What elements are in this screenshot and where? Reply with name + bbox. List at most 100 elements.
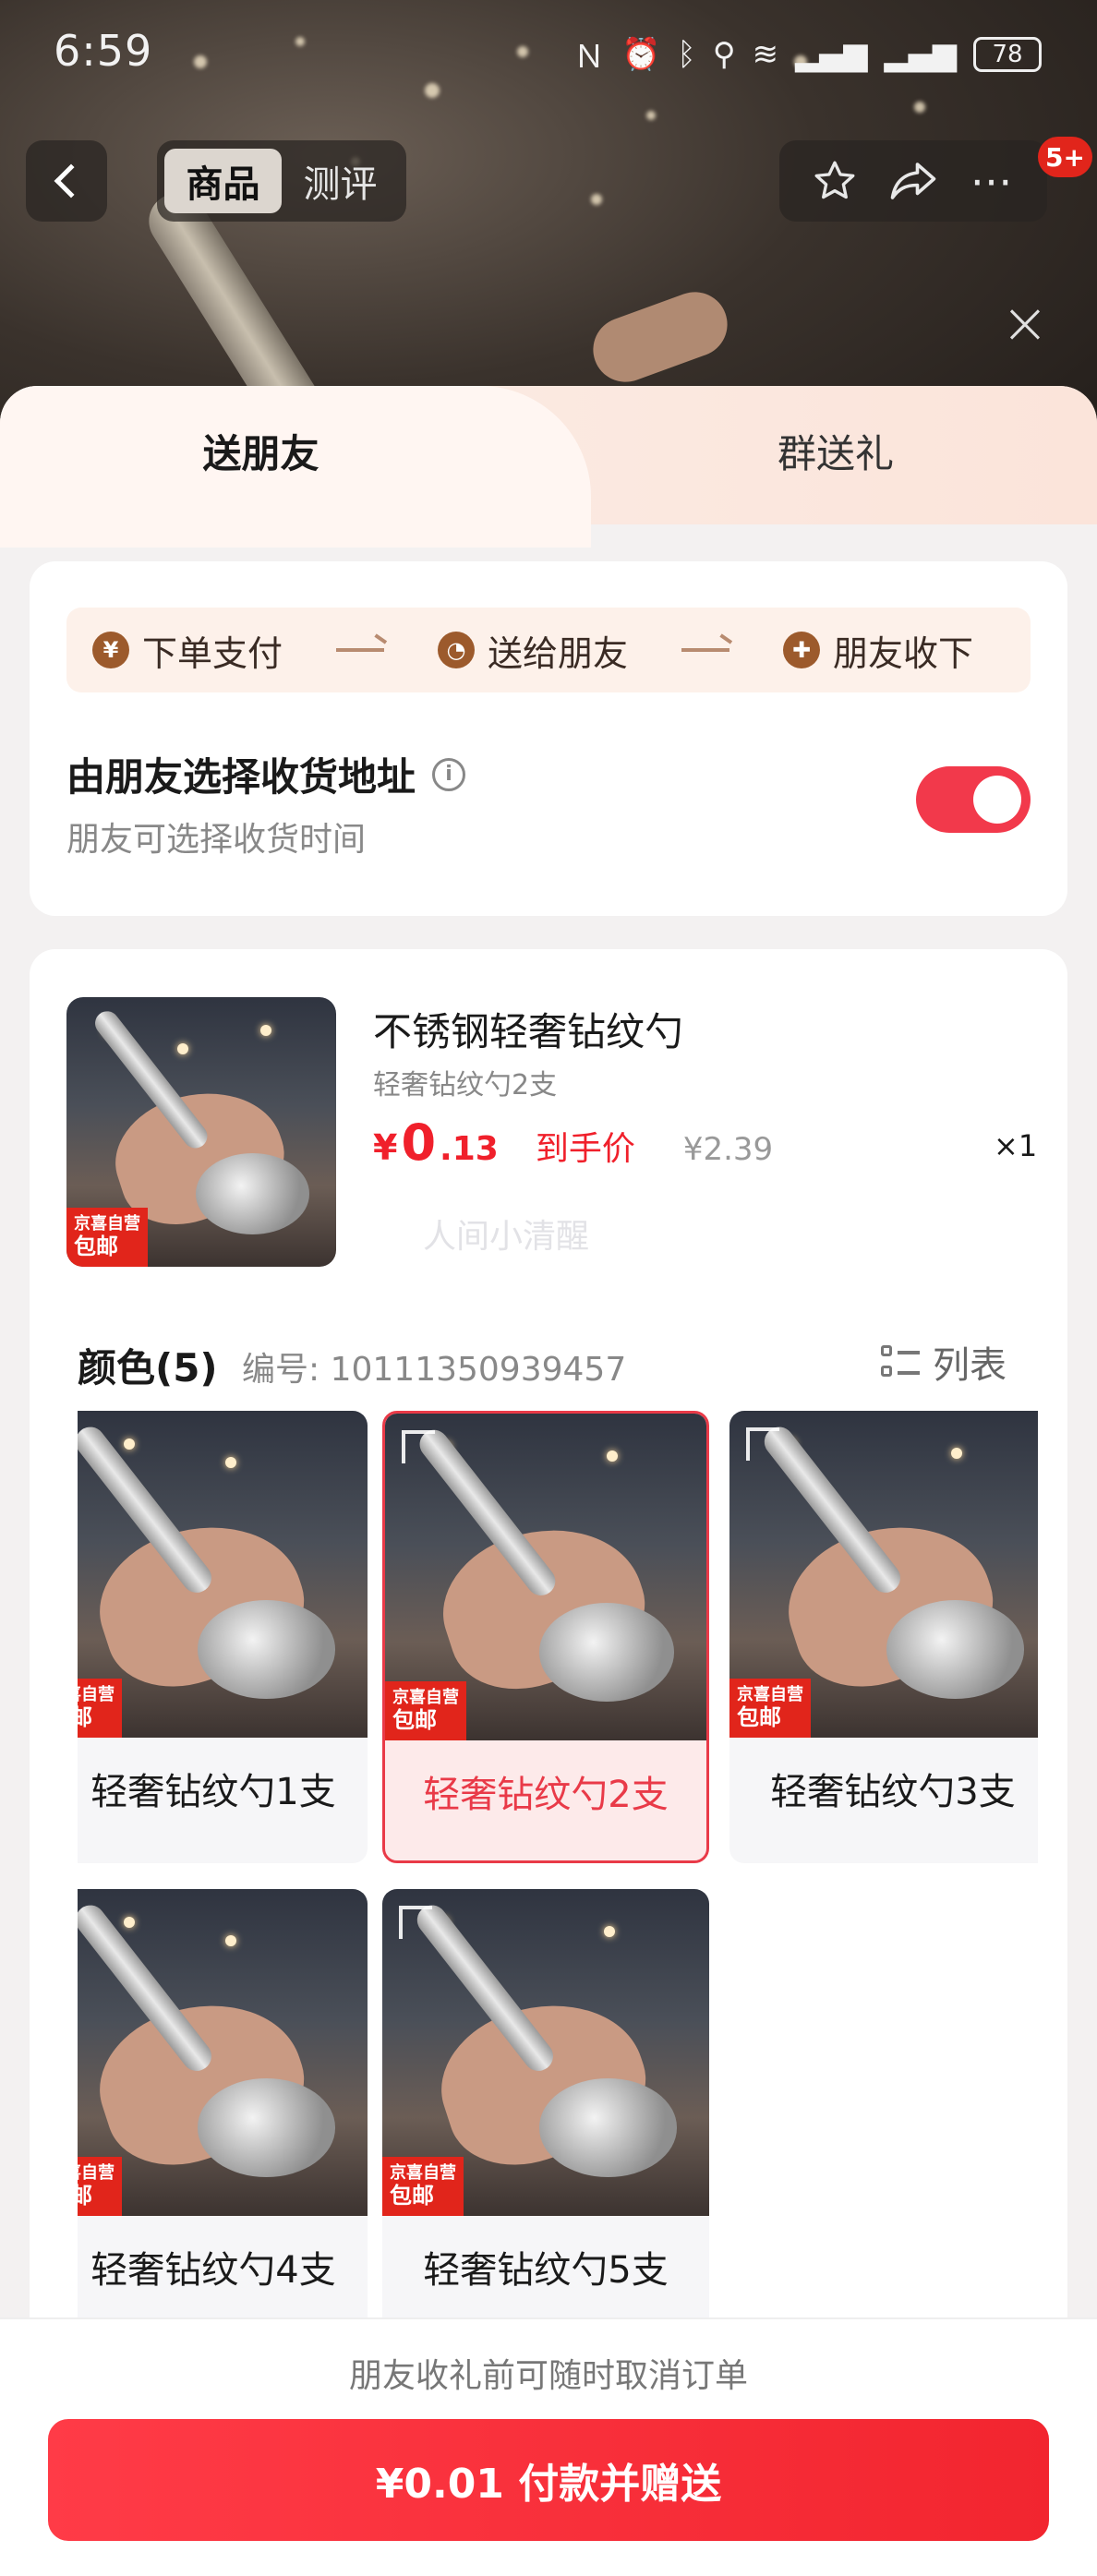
- top-actions: ⋯: [779, 140, 1047, 222]
- nfc-icon: Ｎ: [573, 39, 605, 76]
- final-price-label: 到手价: [535, 1130, 635, 1168]
- jingxi-badge: 京喜自营包邮: [78, 2157, 122, 2216]
- flow-step-pay-label: 下单支付: [142, 632, 283, 674]
- tab-review[interactable]: 测评: [282, 149, 399, 213]
- arrow-right-icon: [336, 648, 385, 652]
- expand-icon[interactable]: [746, 1427, 779, 1461]
- sku-number: 编号: 10111350939457: [242, 1351, 627, 1389]
- price-integer: 0: [401, 1113, 437, 1172]
- badge-top-text: 京喜自营: [78, 1685, 115, 1704]
- status-bar: 6:59 Ｎ ⏰ ᛒ ⚲ ≋ ▂▄▆ ▂▄▆ 78: [0, 0, 1097, 102]
- variant-grid: 京喜自营包邮 轻奢钻纹勺1支 京喜自营包邮 轻奢钻纹勺2支 京喜: [78, 1411, 1038, 2408]
- price-row: ¥ 0 .13 到手价 ¥2.39: [373, 1113, 773, 1172]
- product-variant: 轻奢钻纹勺2支: [373, 1069, 558, 1101]
- price-decimal: .13: [440, 1130, 499, 1168]
- status-icons: Ｎ ⏰ ᛒ ⚲ ≋ ▂▄▆ ▂▄▆ 78: [573, 31, 1042, 77]
- variant-photo: 京喜自营包邮: [78, 1889, 368, 2216]
- variant-photo: 京喜自营包邮: [78, 1411, 368, 1738]
- badge-bottom-text: 包邮: [78, 1704, 92, 1730]
- list-view-label: 列表: [933, 1344, 1007, 1387]
- quantity: ×1: [994, 1128, 1038, 1163]
- friend-address-toggle[interactable]: [916, 766, 1031, 833]
- more-icon[interactable]: ⋯: [961, 150, 1022, 211]
- wechat-icon: ◔: [438, 632, 476, 668]
- flow-step-send-label: 送给朋友: [488, 632, 629, 674]
- variant-tile-selected[interactable]: 京喜自营 包邮 轻奢钻纹勺2支: [382, 1411, 709, 1863]
- gift-tab-bar: 送朋友 群送礼: [0, 386, 1097, 548]
- variant-tile[interactable]: 京喜自营 包邮 轻奢钻纹勺3支: [729, 1411, 1038, 1863]
- top-tab-switcher: 商品 测评: [157, 140, 406, 222]
- tab-send-friend-label[interactable]: 送朋友: [0, 423, 522, 479]
- jingxi-badge: 京喜自营包邮: [385, 1681, 466, 1740]
- expand-icon[interactable]: [402, 1430, 435, 1463]
- variant-photo: 京喜自营包邮: [385, 1414, 706, 1740]
- product-name: 不锈钢轻奢钻纹勺: [373, 1009, 684, 1054]
- badge-top-text: 京喜自营: [78, 2163, 115, 2183]
- bluetooth-icon: ᛒ: [677, 35, 696, 73]
- tab-group-gift-label[interactable]: 群送礼: [591, 423, 1080, 479]
- location-icon: ⚲: [712, 35, 736, 73]
- jingxi-badge: 京喜自营包邮: [729, 1679, 811, 1738]
- variant-label: 轻奢钻纹勺1支: [90, 1771, 336, 1813]
- badge-bottom-text: 包邮: [74, 1234, 118, 1259]
- jingxi-badge: 京喜自营包邮: [78, 1679, 122, 1738]
- notification-badge: 5+: [1038, 137, 1092, 177]
- gift-flow-steps: ¥ 下单支付 ◔ 送给朋友 ✚ 朋友收下: [66, 608, 1031, 692]
- info-icon[interactable]: i: [432, 757, 466, 791]
- badge-bottom-text: 包邮: [737, 1704, 781, 1730]
- flow-step-send: ◔ 送给朋友: [438, 625, 628, 676]
- cancel-note: 朋友收礼前可随时取消订单: [348, 2357, 748, 2395]
- flow-step-receive-label: 朋友收下: [833, 632, 974, 674]
- flow-step-receive: ✚ 朋友收下: [783, 625, 973, 676]
- watermark: 人间小清醒: [423, 1218, 590, 1256]
- variant-label: 轻奢钻纹勺2支: [423, 1774, 669, 1816]
- share-icon[interactable]: [883, 150, 944, 211]
- variant-label: 轻奢钻纹勺5支: [423, 2249, 669, 2292]
- badge-bottom-text: 包邮: [390, 2183, 434, 2209]
- jingxi-badge: 京喜自营包邮: [382, 2157, 464, 2216]
- badge-top-text: 京喜自营: [392, 1688, 459, 1707]
- list-view-button[interactable]: 列表: [881, 1335, 1007, 1389]
- alarm-icon: ⏰: [621, 35, 661, 73]
- status-time: 6:59: [54, 26, 153, 76]
- friend-address-title-text: 由朋友选择收货地址: [66, 754, 416, 800]
- pay-and-gift-button[interactable]: ¥0.01 付款并赠送: [48, 2419, 1049, 2541]
- friend-address-subtitle: 朋友可选择收货时间: [66, 821, 367, 859]
- gift-sheet: 送朋友 群送礼 ¥ 下单支付 ◔ 送给朋友 ✚ 朋友收下 由朋友选择收货地址 i…: [0, 386, 1097, 2576]
- list-icon: [881, 1343, 920, 1380]
- price-currency: ¥: [373, 1127, 398, 1168]
- variant-label: 轻奢钻纹勺4支: [90, 2249, 336, 2292]
- expand-icon[interactable]: [399, 1906, 432, 1939]
- gift-icon: ✚: [783, 632, 821, 668]
- badge-bottom-text: 包邮: [392, 1707, 437, 1733]
- favorite-star-icon[interactable]: [804, 150, 865, 211]
- toggle-knob: [973, 776, 1021, 824]
- back-arrow-icon: [54, 163, 89, 199]
- tab-product[interactable]: 商品: [164, 149, 282, 213]
- variant-photo: 京喜自营包邮: [382, 1889, 709, 2216]
- back-button[interactable]: [26, 140, 107, 222]
- flow-step-pay: ¥ 下单支付: [92, 625, 283, 676]
- original-price: ¥2.39: [682, 1131, 774, 1168]
- badge-top-text: 京喜自营: [390, 2163, 456, 2183]
- arrow-right-icon: [681, 648, 730, 652]
- jingxi-badge: 京喜自营 包邮: [66, 1208, 148, 1267]
- wifi-icon: ≋: [752, 35, 779, 73]
- friend-address-title: 由朋友选择收货地址 i: [66, 746, 466, 802]
- close-icon[interactable]: ×: [999, 295, 1051, 352]
- bottom-bar: 朋友收礼前可随时取消订单 ¥0.01 付款并赠送: [0, 2317, 1097, 2576]
- product-thumbnail[interactable]: 京喜自营 包邮: [66, 997, 336, 1267]
- badge-top-text: 京喜自营: [74, 1214, 140, 1234]
- color-section-title: 颜色(5): [78, 1345, 218, 1390]
- badge-top-text: 京喜自营: [737, 1685, 803, 1704]
- variant-tile[interactable]: 京喜自营 包邮 轻奢钻纹勺5支: [382, 1889, 709, 2341]
- yen-icon: ¥: [92, 632, 129, 668]
- variant-photo: 京喜自营包邮: [729, 1411, 1038, 1738]
- variant-tile[interactable]: 京喜自营包邮 轻奢钻纹勺4支: [78, 1889, 368, 2341]
- badge-bottom-text: 包邮: [78, 2183, 92, 2209]
- signal-icon: ▂▄▆: [795, 35, 868, 73]
- battery-icon: 78: [973, 36, 1042, 72]
- signal-icon-2: ▂▄▆: [884, 35, 957, 73]
- gift-settings-card: ¥ 下单支付 ◔ 送给朋友 ✚ 朋友收下 由朋友选择收货地址 i 朋友可选择收货…: [30, 561, 1067, 916]
- variant-tile[interactable]: 京喜自营包邮 轻奢钻纹勺1支: [78, 1411, 368, 1863]
